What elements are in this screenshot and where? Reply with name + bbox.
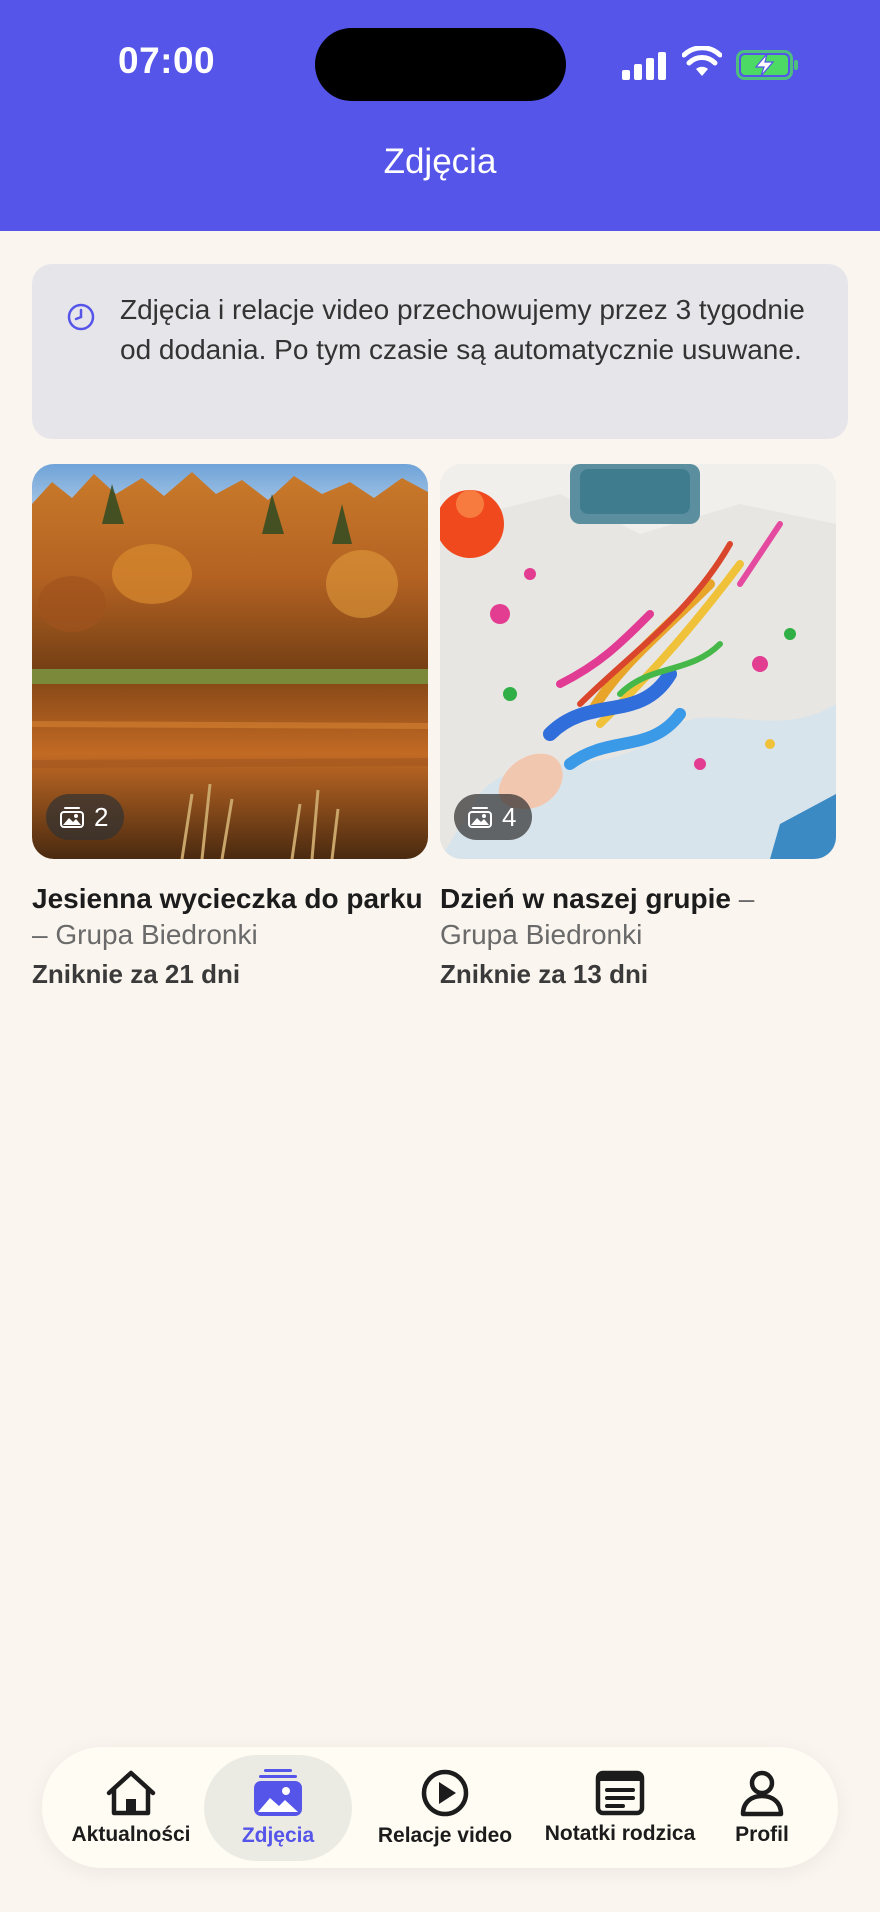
album-card[interactable]: 2 Jesienna wycieczka do parku – Grupa Bi… <box>32 464 428 990</box>
album-card[interactable]: 4 Dzień w naszej grupie – Grupa Biedronk… <box>440 464 836 990</box>
album-thumbnail[interactable]: 4 <box>440 464 836 859</box>
album-group: – Grupa Biedronki <box>32 919 258 950</box>
app-header: 07:00 Zdjęcia <box>0 0 880 231</box>
photos-icon <box>254 1768 302 1816</box>
nav-label: Profil <box>735 1822 789 1846</box>
nav-item-zdjecia[interactable]: Zdjęcia <box>220 1747 336 1868</box>
retention-notice: Zdjęcia i relacje video przechowujemy pr… <box>32 264 848 439</box>
status-time: 07:00 <box>118 40 216 81</box>
photo-count-badge: 2 <box>46 794 125 840</box>
nav-item-aktualnosci[interactable]: Aktualności <box>71 1747 191 1868</box>
photo-count: 4 <box>502 801 517 832</box>
album-expiry: Zniknie za 21 dni <box>32 959 241 989</box>
nav-item-relacje-video[interactable]: Relacje video <box>360 1747 530 1868</box>
home-icon <box>106 1770 156 1815</box>
nav-label: Aktualności <box>71 1822 191 1846</box>
signal-icon <box>622 50 668 80</box>
wifi-icon <box>682 46 722 76</box>
photos-stack-icon <box>60 807 84 828</box>
photo-count: 2 <box>94 801 109 832</box>
battery-charging-icon <box>736 50 798 80</box>
nav-item-profil[interactable]: Profil <box>722 1747 802 1868</box>
play-icon <box>421 1769 469 1816</box>
album-name: Dzień w naszej grupie <box>440 883 731 914</box>
profile-icon <box>740 1770 784 1816</box>
photo-count-badge: 4 <box>454 794 533 840</box>
album-name: Jesienna wycieczka do parku <box>32 883 423 914</box>
notice-text: Zdjęcia i relacje video przechowujemy pr… <box>120 294 805 365</box>
dynamic-island <box>315 28 566 101</box>
album-expiry: Zniknie za 13 dni <box>440 959 649 989</box>
clock-icon <box>67 303 95 331</box>
album-title[interactable]: Dzień w naszej grupie – Grupa Biedronki <box>440 881 836 953</box>
nav-item-notatki-rodzica[interactable]: Notatki rodzica <box>530 1747 710 1868</box>
album-title[interactable]: Jesienna wycieczka do parku – Grupa Bied… <box>32 881 428 953</box>
album-thumbnail[interactable]: 2 <box>32 464 428 859</box>
nav-label: Relacje video <box>377 1823 513 1847</box>
bottom-navigation: Aktualności Zdjęcia Relacje video Notatk… <box>42 1747 838 1868</box>
page-title: Zdjęcia <box>383 142 497 181</box>
notes-icon <box>595 1770 645 1815</box>
nav-label: Notatki rodzica <box>544 1821 696 1845</box>
nav-label: Zdjęcia <box>241 1823 315 1847</box>
photos-stack-icon <box>468 807 492 828</box>
